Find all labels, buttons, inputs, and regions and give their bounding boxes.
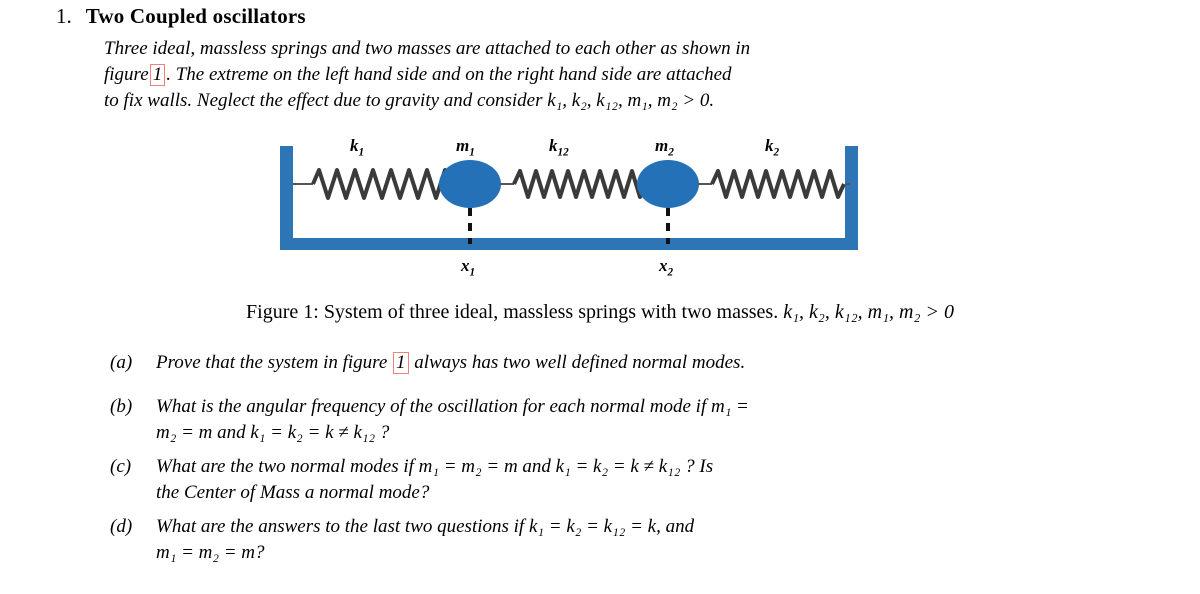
spring-k2-coil <box>710 169 846 199</box>
figure-label-x2-base: x <box>659 256 668 275</box>
list-item-d: (d) What are the answers to the last two… <box>110 514 1140 566</box>
intro-figure-word: figure <box>104 64 149 85</box>
item-a-body: Prove that the system in figure 1 always… <box>156 350 1140 376</box>
intro-line-2-rest: . The extreme on the left hand side and … <box>166 64 732 85</box>
item-b-label: (b) <box>110 396 133 417</box>
figure-label-k1: k1 <box>350 136 364 158</box>
figure-label-k1-sub: 1 <box>358 146 365 159</box>
figure-caption: Figure 1: System of three ideal, massles… <box>0 299 1200 325</box>
spring-k2 <box>698 169 850 199</box>
intro-line-1-text: Three ideal, massless springs and two ma… <box>104 38 751 59</box>
item-c-line-1: What are the two normal modes if m₁ = m₂… <box>156 456 714 477</box>
figure-label-k2-sub: 2 <box>773 146 780 159</box>
list-item-c: (c) What are the two normal modes if m₁ … <box>110 454 1140 506</box>
wall-frame <box>280 146 858 250</box>
list-item-b: (b) What is the angular frequency of the… <box>110 394 1140 446</box>
intro-line-1: Three ideal, massless springs and two ma… <box>104 36 1140 62</box>
item-b-body: What is the angular frequency of the osc… <box>156 394 1140 446</box>
figure-label-k1-base: k <box>350 136 359 155</box>
figure-label-k12-base: k <box>549 136 558 155</box>
floor-bar <box>280 238 858 250</box>
figure-reference-link[interactable]: 1 <box>149 64 166 86</box>
spring-k1-coil <box>311 168 462 200</box>
mass-m1-body <box>439 160 501 208</box>
mass-m2-body <box>637 160 699 208</box>
intro-paragraph: Three ideal, massless springs and two ma… <box>104 36 1140 114</box>
item-c-body: What are the two normal modes if m₁ = m₂… <box>156 454 1140 506</box>
item-d-line-1: What are the answers to the last two que… <box>156 516 695 537</box>
figure-label-k2: k2 <box>765 136 779 158</box>
item-c-label: (c) <box>110 456 132 477</box>
figure-caption-math: k₁, k₂, k₁₂, m₁, m₂ > 0 <box>783 301 954 323</box>
figure-label-m1-sub: 1 <box>469 146 475 159</box>
item-a-line-1: Prove that the system in figure 1 always… <box>156 350 1140 376</box>
figure-caption-label: Figure 1: <box>246 301 319 323</box>
item-a-label: (a) <box>110 352 133 373</box>
figure-label-m1: m1 <box>456 136 475 158</box>
mass-m1 <box>439 160 501 244</box>
figure-label-x1: x1 <box>461 256 475 278</box>
item-d-line-2: m₁ = m₂ = m? <box>156 542 265 563</box>
item-b-line-2: m₂ = m and k₁ = k₂ = k ≠ k₁₂ ? <box>156 422 390 443</box>
left-wall <box>280 146 293 250</box>
item-c-line-2: the Center of Mass a normal mode? <box>156 482 430 503</box>
item-a-text-before: Prove that the system in figure <box>156 352 388 373</box>
intro-line-2: figure 1. The extreme on the left hand si… <box>104 62 1140 88</box>
figure-label-x2: x2 <box>659 256 673 278</box>
figure-label-x2-sub: 2 <box>667 266 674 279</box>
spring-k12-coil <box>512 169 648 199</box>
oscillator-svg <box>280 146 858 250</box>
intro-line-3: to fix walls. Neglect the effect due to … <box>104 88 1140 114</box>
item-d-label: (d) <box>110 516 133 537</box>
intro-line-3-text: to fix walls. Neglect the effect due to … <box>104 90 543 111</box>
right-wall <box>845 146 858 250</box>
document-page: 1. Two Coupled oscillators Three ideal, … <box>0 0 1200 594</box>
list-item-a: (a) Prove that the system in figure 1 al… <box>110 350 1140 376</box>
figure-label-m2-sub: 2 <box>668 146 674 159</box>
item-d-body: What are the answers to the last two que… <box>156 514 1140 566</box>
figure-label-m1-base: m <box>456 136 470 155</box>
question-list: (a) Prove that the system in figure 1 al… <box>110 350 1140 572</box>
figure-label-k12: k12 <box>549 136 569 158</box>
figure-label-x1-sub: 1 <box>469 266 476 279</box>
figure-reference-link-a[interactable]: 1 <box>393 352 409 374</box>
intro-constants-math: k₁, k₂, k₁₂, m₁, m₂ > 0. <box>547 90 715 111</box>
figure-two-coupled-oscillators: k1 m1 k12 m2 k2 x1 x2 <box>268 136 898 284</box>
figure-caption-text: System of three ideal, massless springs … <box>323 301 779 323</box>
intro-line-3-math: k₁, k₂, k₁₂, m₁, m₂ > 0. <box>542 90 714 111</box>
problem-heading: 1. Two Coupled oscillators <box>56 4 1156 29</box>
item-a-text-after: always has two well defined normal modes… <box>414 352 746 373</box>
figure-label-x1-base: x <box>461 256 470 275</box>
figure-label-k12-sub: 12 <box>557 146 569 159</box>
page-title: Two Coupled oscillators <box>85 4 306 28</box>
problem-number: 1. <box>56 4 72 28</box>
figure-label-m2: m2 <box>655 136 674 158</box>
item-b-line-1: What is the angular frequency of the osc… <box>156 396 749 417</box>
mass-m2 <box>637 160 699 244</box>
figure-label-m2-base: m <box>655 136 669 155</box>
figure-label-k2-base: k <box>765 136 774 155</box>
